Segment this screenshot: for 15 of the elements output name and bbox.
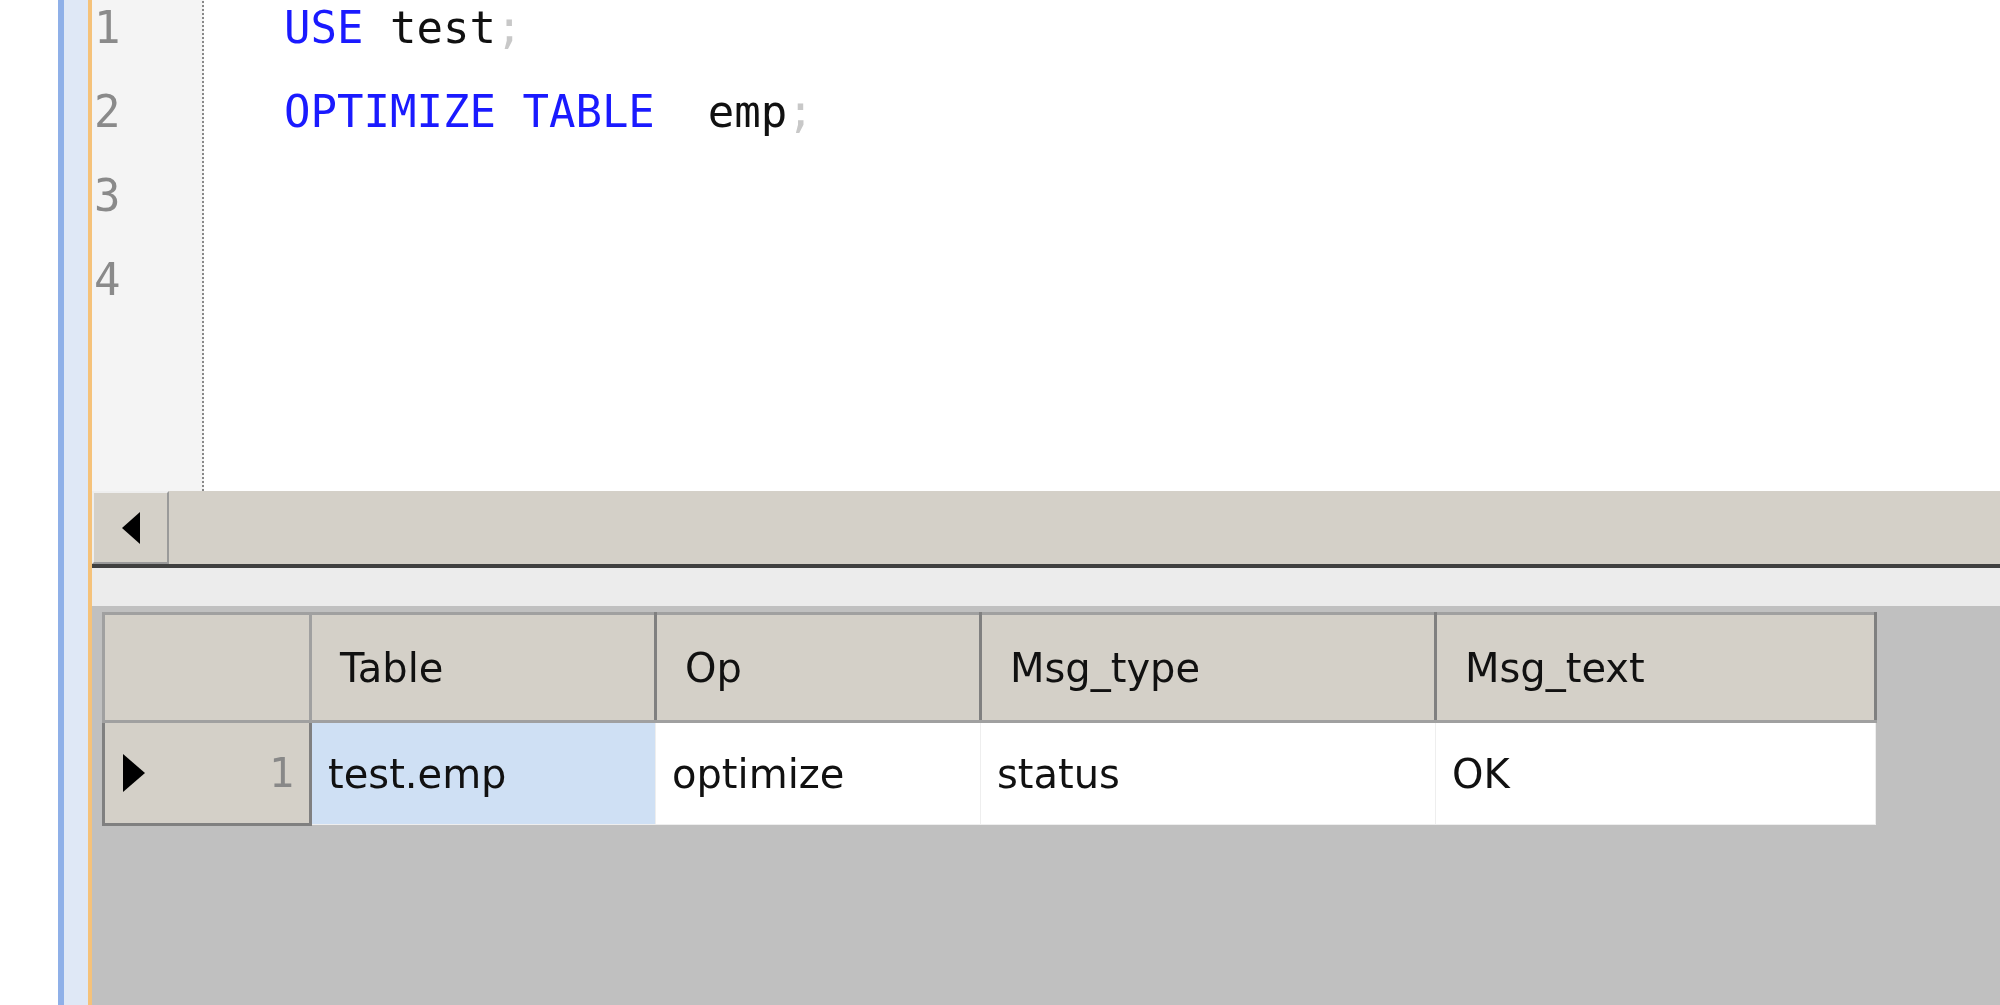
row-number: 1 bbox=[269, 750, 295, 796]
column-header[interactable]: Op bbox=[655, 613, 981, 722]
line-number: 3 bbox=[93, 169, 122, 223]
table-cell[interactable]: optimize bbox=[655, 721, 981, 825]
line-number: 2 bbox=[93, 85, 122, 139]
line-number: 1 bbox=[93, 1, 122, 55]
table-cell[interactable]: test.emp bbox=[310, 721, 656, 825]
code-line: USE test; bbox=[284, 1, 524, 55]
column-header[interactable]: Table bbox=[310, 613, 656, 722]
line-number: 4 bbox=[93, 253, 122, 307]
code-line: OPTIMIZE TABLE emp; bbox=[284, 85, 815, 139]
column-header[interactable]: Msg_text bbox=[1435, 613, 1876, 722]
column-header[interactable]: Msg_type bbox=[980, 613, 1436, 722]
table-cell[interactable]: OK bbox=[1435, 721, 1876, 825]
table-cell[interactable]: status bbox=[980, 721, 1436, 825]
